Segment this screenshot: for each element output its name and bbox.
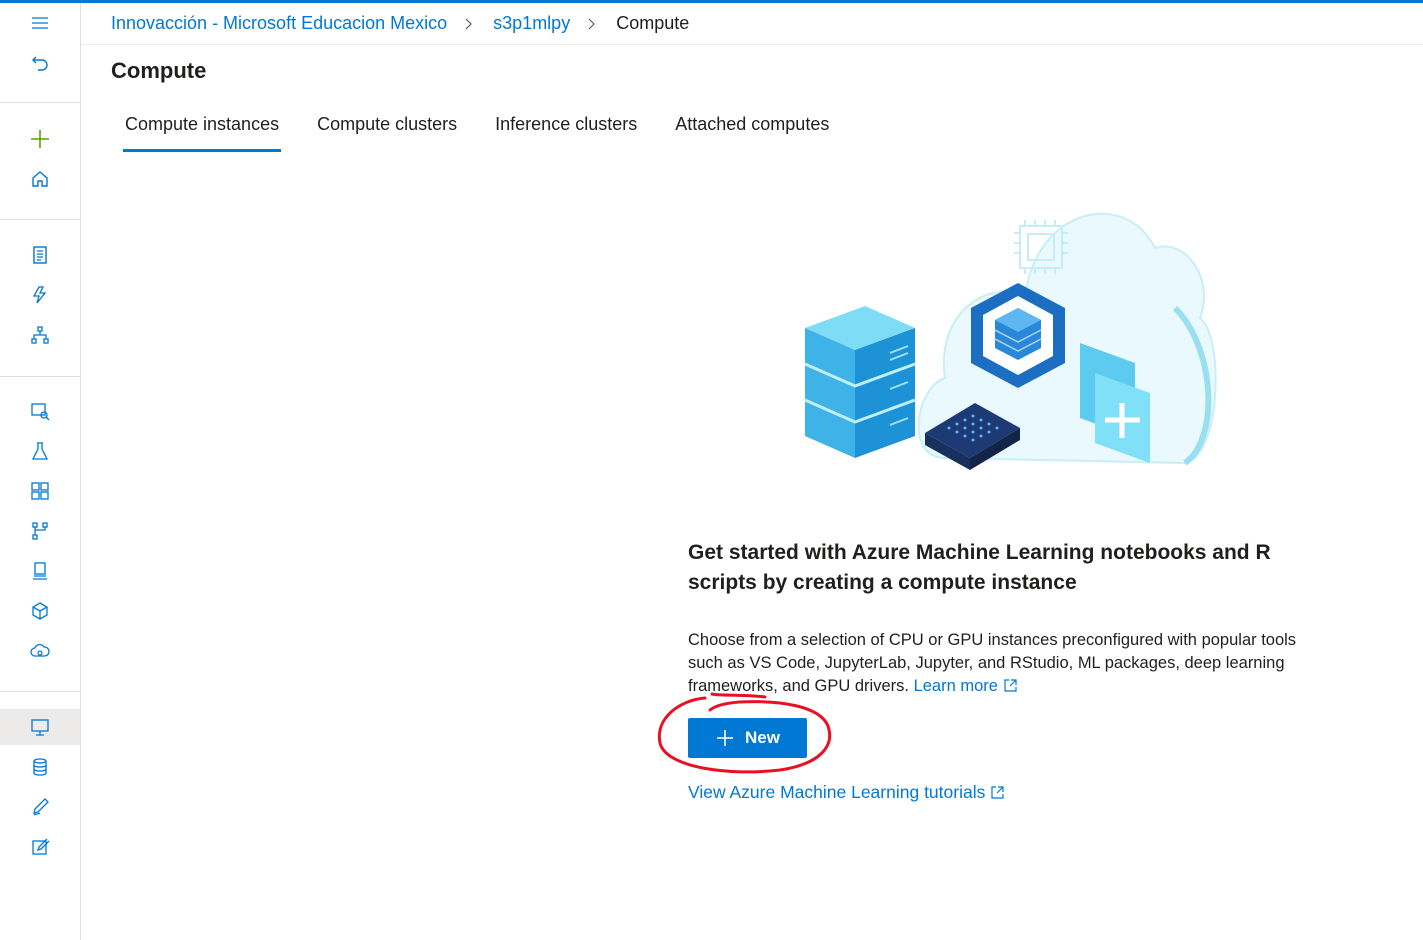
tab-list: Compute instances Compute clusters Infer… [111, 108, 853, 154]
tutorials-label[interactable]: View Azure Machine Learning tutorials [688, 782, 985, 802]
back-icon[interactable] [0, 45, 80, 81]
tutorials-link[interactable]: View Azure Machine Learning tutorials [688, 782, 1004, 803]
learn-more-link[interactable]: Learn more [914, 677, 1017, 695]
endpoints-icon[interactable] [0, 553, 80, 589]
breadcrumb: Innovacción - Microsoft Educacion Mexico… [111, 3, 689, 44]
plus-icon [715, 728, 735, 748]
tab-inference-clusters[interactable]: Inference clusters [481, 108, 651, 152]
tab-compute-clusters[interactable]: Compute clusters [303, 108, 471, 152]
designer-icon[interactable] [0, 317, 80, 353]
notebooks-icon[interactable] [0, 237, 80, 273]
chevron-right-icon [465, 18, 475, 29]
create-icon[interactable] [0, 121, 80, 157]
home-icon[interactable] [0, 161, 80, 197]
datasets-icon[interactable] [0, 393, 80, 429]
models-icon[interactable] [0, 513, 80, 549]
datastores-icon[interactable] [0, 749, 80, 785]
tab-compute-instances[interactable]: Compute instances [111, 108, 293, 152]
empty-state-heading: Get started with Azure Machine Learning … [688, 541, 1271, 594]
pipelines-icon[interactable] [0, 473, 80, 509]
external-link-icon [991, 786, 1004, 799]
breadcrumb-workspace[interactable]: s3p1mlpy [493, 13, 570, 34]
chevron-right-icon [588, 18, 598, 29]
cloud-icon[interactable] [0, 633, 80, 669]
new-compute-button[interactable]: New [688, 718, 807, 758]
breadcrumb-divider [81, 44, 1423, 45]
compute-icon[interactable] [0, 709, 80, 745]
automl-icon[interactable] [0, 277, 80, 313]
experiments-icon[interactable] [0, 433, 80, 469]
data-labeling-icon[interactable] [0, 789, 80, 825]
left-nav-rail [0, 3, 81, 940]
compute-illustration [804, 212, 1217, 470]
tab-attached-computes[interactable]: Attached computes [661, 108, 843, 152]
external-link-icon [1004, 679, 1017, 692]
new-button-label: New [745, 728, 780, 747]
linked-services-icon[interactable] [0, 829, 80, 865]
breadcrumb-workspace-org[interactable]: Innovacción - Microsoft Educacion Mexico [111, 13, 447, 34]
learn-more-label[interactable]: Learn more [914, 677, 998, 695]
environments-icon[interactable] [0, 593, 80, 629]
hamburger-icon[interactable] [0, 5, 80, 41]
empty-state-description: Choose from a selection of CPU or GPU in… [688, 629, 1298, 698]
page-title: Compute [111, 58, 207, 83]
breadcrumb-current: Compute [616, 13, 690, 33]
